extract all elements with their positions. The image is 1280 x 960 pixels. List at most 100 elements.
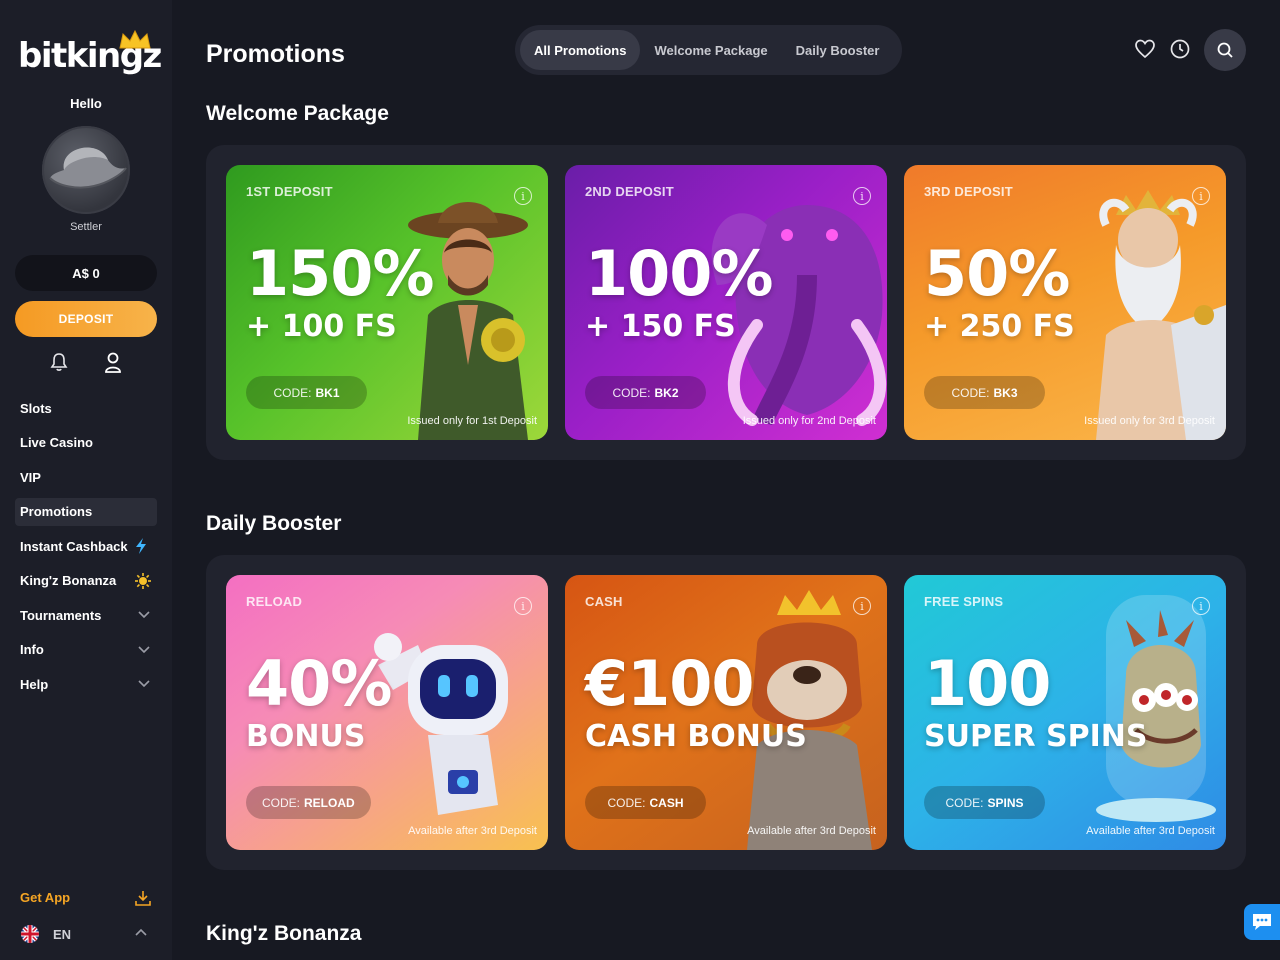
sidebar-item-kingz-bonanza[interactable]: King'z Bonanza — [15, 567, 157, 595]
card-headline: 150% — [246, 237, 435, 310]
promo-card-1st-deposit[interactable]: 1ST DEPOSIT i 150% + 100 FS CODE: BK1 Iss… — [226, 165, 548, 440]
card-tag: RELOAD — [246, 594, 303, 609]
avatar[interactable] — [42, 126, 130, 214]
card-tag: CASH — [585, 594, 623, 609]
card-headline: 100% — [585, 237, 774, 310]
zeus-illustration — [1096, 190, 1226, 440]
sidebar-item-label: Tournaments — [20, 607, 102, 623]
sidebar-item-label: Promotions — [20, 504, 93, 519]
crown-icon — [119, 30, 151, 49]
card-subline: + 100 FS — [246, 309, 397, 344]
code-value: BK2 — [654, 385, 679, 400]
promo-card-free-spins[interactable]: FREE SPINS i 100 SUPER SPINS CODE: SPINS … — [904, 575, 1226, 850]
search-icon — [1217, 42, 1233, 58]
code-value: CASH — [649, 795, 684, 810]
rank-label: Settler — [70, 221, 102, 233]
code-value: RELOAD — [304, 795, 355, 810]
promo-code-button[interactable]: CODE: BK3 — [924, 376, 1045, 409]
sidebar-item-label: VIP — [20, 469, 41, 485]
lightning-icon — [135, 538, 146, 554]
promo-code-button[interactable]: CODE: BK2 — [585, 376, 706, 409]
promo-card-3rd-deposit[interactable]: 3RD DEPOSIT i 50% + 250 FS CODE: BK3 Issu… — [904, 165, 1226, 440]
card-note: Available after 3rd Deposit — [747, 825, 876, 837]
hat-icon — [49, 147, 127, 189]
sun-icon — [135, 572, 151, 589]
sidebar-item-help[interactable]: Help — [15, 670, 157, 698]
balance-display[interactable]: A$ 0 — [15, 255, 157, 291]
bell-icon[interactable] — [50, 352, 68, 377]
monster-illustration — [1096, 595, 1216, 822]
code-value: BK3 — [993, 385, 1018, 400]
card-subline: SUPER SPINS — [924, 719, 1148, 754]
sidebar: bitkingz Hello Settler A$ 0 DEPOSIT Slot… — [0, 0, 172, 960]
sidebar-item-tournaments[interactable]: Tournaments — [15, 601, 157, 629]
card-headline: 50% — [924, 237, 1070, 310]
sidebar-item-label: Instant Cashback — [20, 538, 128, 554]
card-tag: FREE SPINS — [924, 594, 1004, 609]
code-value: SPINS — [987, 795, 1024, 810]
user-icon[interactable] — [104, 352, 122, 379]
heart-icon[interactable] — [1134, 38, 1156, 60]
uk-flag-icon — [21, 925, 39, 943]
section-title-daily-booster: Daily Booster — [206, 512, 342, 535]
promo-code-button[interactable]: CODE: RELOAD — [246, 786, 371, 819]
greeting: Hello — [70, 96, 102, 111]
sidebar-item-instant-cashback[interactable]: Instant Cashback — [15, 532, 157, 560]
card-note: Issued only for 1st Deposit — [407, 415, 537, 427]
language-selector[interactable]: EN — [20, 924, 71, 944]
card-tag: 1ST DEPOSIT — [246, 184, 333, 199]
sidebar-item-slots[interactable]: Slots — [15, 394, 157, 422]
section-title-welcome: Welcome Package — [206, 102, 389, 125]
code-value: BK1 — [315, 385, 340, 400]
card-note: Issued only for 2nd Deposit — [742, 415, 876, 427]
clock-icon[interactable] — [1169, 38, 1191, 60]
promo-code-button[interactable]: CODE: CASH — [585, 786, 706, 819]
chat-icon — [1253, 914, 1271, 930]
live-chat-button[interactable] — [1244, 904, 1280, 940]
code-label: CODE: — [262, 795, 301, 810]
chevron-down-icon[interactable] — [137, 642, 151, 656]
card-subline: + 150 FS — [585, 309, 736, 344]
tab-all-promotions[interactable]: All Promotions — [520, 30, 641, 70]
card-note: Available after 3rd Deposit — [408, 825, 537, 837]
sidebar-item-live-casino[interactable]: Live Casino — [15, 429, 157, 457]
welcome-panel: 1ST DEPOSIT i 150% + 100 FS CODE: BK1 Iss… — [206, 145, 1246, 460]
page-title: Promotions — [206, 40, 345, 68]
sidebar-item-vip[interactable]: VIP — [15, 463, 157, 491]
sidebar-item-info[interactable]: Info — [15, 636, 157, 664]
sidebar-item-label: Slots — [20, 400, 52, 416]
chevron-down-icon[interactable] — [137, 676, 151, 690]
chevron-down-icon[interactable] — [137, 607, 151, 621]
promo-card-2nd-deposit[interactable]: 2ND DEPOSIT i 100% + 150 FS CODE: BK2 Iss… — [565, 165, 887, 440]
tab-daily-booster[interactable]: Daily Booster — [782, 30, 894, 70]
sidebar-item-label: Help — [20, 676, 49, 692]
language-label: EN — [53, 926, 72, 942]
promo-card-cash[interactable]: CASH i €100 CASH BONUS CODE: CASH Availab… — [565, 575, 887, 850]
promo-card-reload[interactable]: RELOAD i 40% BONUS CODE: RELOAD Available… — [226, 575, 548, 850]
download-icon[interactable] — [134, 889, 152, 907]
sidebar-item-promotions[interactable]: Promotions — [15, 497, 157, 526]
chevron-up-icon[interactable] — [134, 926, 148, 940]
promo-code-button[interactable]: CODE: BK1 — [246, 376, 367, 409]
sidebar-nav: Slots Live Casino VIP Promotions Instant… — [15, 394, 157, 705]
section-title-kingz-bonanza: King'z Bonanza — [206, 922, 362, 945]
deposit-button[interactable]: DEPOSIT — [15, 301, 157, 337]
code-label: CODE: — [273, 385, 312, 400]
card-tag: 2ND DEPOSIT — [585, 184, 674, 199]
card-subline: CASH BONUS — [585, 719, 807, 754]
card-headline: 100 — [924, 647, 1051, 720]
sidebar-item-label: Live Casino — [20, 435, 93, 450]
brand-logo[interactable]: bitkingz — [18, 30, 162, 80]
code-label: CODE: — [945, 795, 984, 810]
card-note: Available after 3rd Deposit — [1086, 825, 1215, 837]
promo-tabs: All Promotions Welcome Package Daily Boo… — [515, 25, 902, 75]
card-subline: + 250 FS — [924, 309, 1075, 344]
card-headline: €100 — [585, 647, 755, 720]
card-subline: BONUS — [246, 719, 366, 754]
sidebar-quick-icons — [48, 352, 128, 376]
get-app-link[interactable]: Get App — [20, 890, 70, 905]
promo-code-button[interactable]: CODE: SPINS — [924, 786, 1045, 819]
search-button[interactable] — [1204, 29, 1246, 71]
tab-welcome-package[interactable]: Welcome Package — [640, 30, 781, 70]
card-headline: 40% — [246, 647, 392, 720]
